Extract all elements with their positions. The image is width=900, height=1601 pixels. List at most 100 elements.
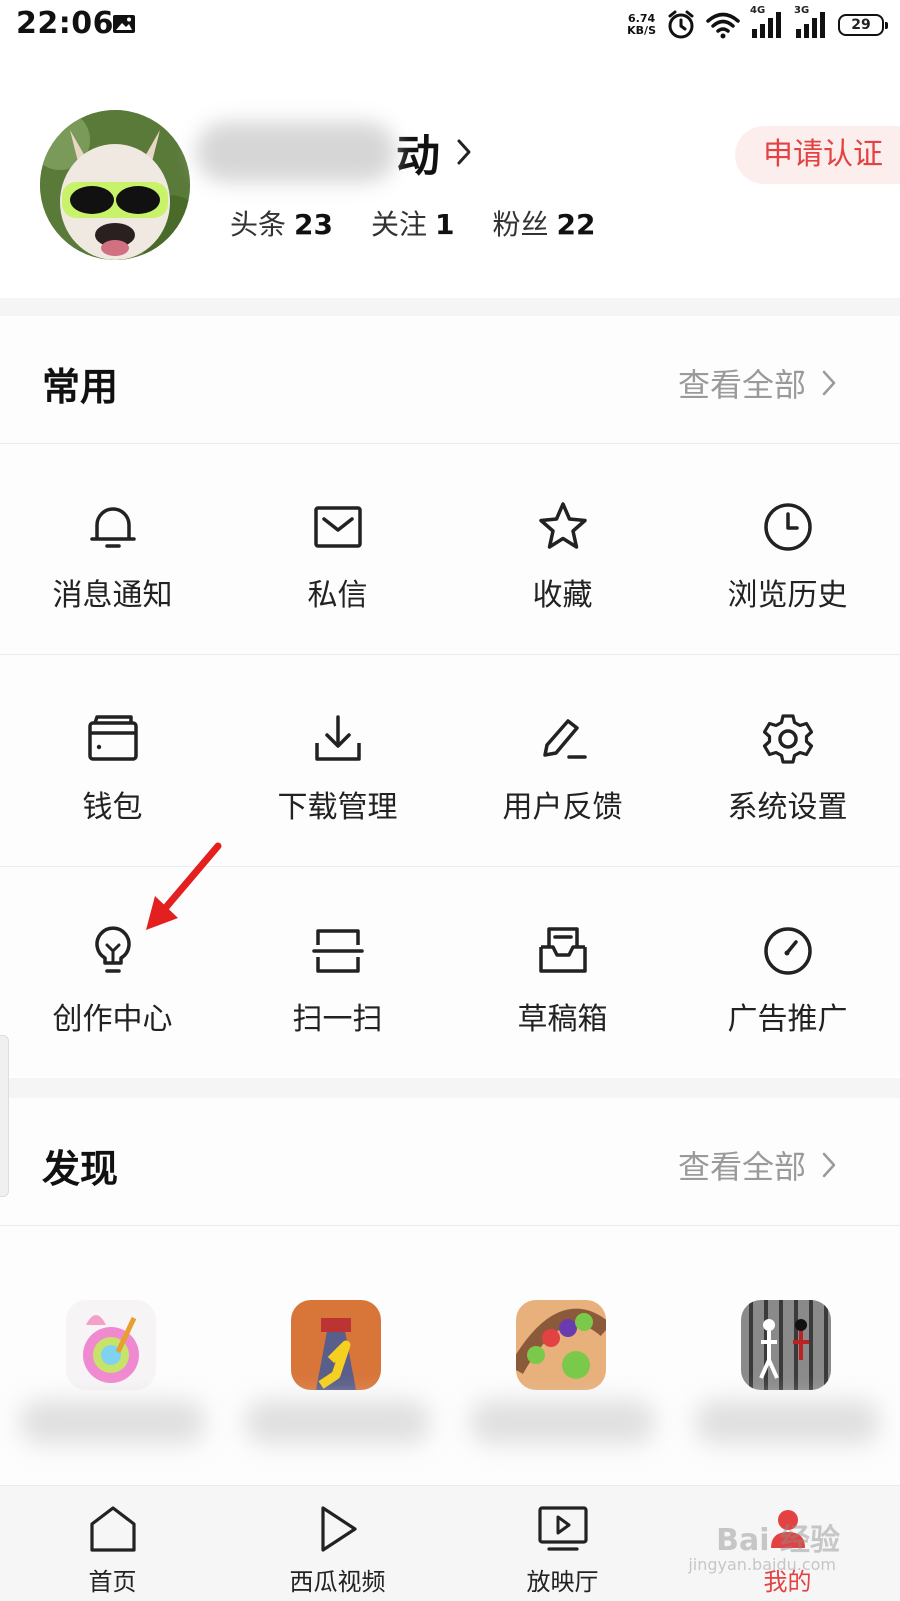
grid-item-label: 广告推广 (727, 1002, 848, 1037)
nav-home[interactable]: 首页 (0, 1486, 225, 1601)
discover-app-item[interactable] (450, 1300, 675, 1460)
grid-item-label: 私信 (307, 578, 368, 613)
app-name-blurred (20, 1400, 205, 1444)
common-grid-row-3: 创作中心 扫一扫 草稿箱 广告推广 (0, 868, 900, 1078)
discover-app-item[interactable] (675, 1300, 900, 1460)
signal-4g-icon: 4G (750, 5, 784, 39)
wifi-icon (706, 11, 740, 39)
discover-app-item[interactable] (0, 1300, 225, 1460)
grid-item-history[interactable]: 浏览历史 (675, 444, 900, 654)
signal-3g-label: 3G (794, 5, 810, 16)
status-time: 22:06 (16, 6, 114, 41)
divider (0, 1225, 900, 1226)
stat-following[interactable]: 关注 1 (371, 203, 455, 243)
nav-label: 西瓜视频 (289, 1568, 386, 1596)
username[interactable]: 动 (196, 120, 472, 184)
grid-item-wallet[interactable]: 钱包 (0, 656, 225, 866)
prison-game-icon (741, 1300, 831, 1390)
gear-icon (760, 711, 816, 767)
stat-label: 粉丝 (492, 208, 549, 241)
grid-item-label: 收藏 (532, 578, 593, 613)
nav-xigua-video[interactable]: 西瓜视频 (225, 1486, 450, 1601)
baidu-watermark: Bai 经验 (716, 1523, 840, 1558)
grid-item-label: 浏览历史 (727, 578, 848, 613)
stat-value: 22 (556, 208, 596, 241)
discover-see-all-link[interactable]: 查看全部 (678, 1142, 836, 1188)
stat-value: 1 (435, 208, 455, 241)
common-section: 常用 查看全部 消息通知 私信 收藏 浏览历史 钱包 下载管理 用户反馈 系统设… (0, 316, 900, 1076)
wallet-icon (85, 711, 141, 767)
status-icons: 6.74 KB/S 4G 3G 29 (627, 5, 888, 42)
apply-verification-button[interactable]: 申请认证 (735, 126, 900, 184)
grid-item-label: 草稿箱 (517, 1002, 608, 1037)
divider (0, 866, 900, 867)
runner-game-icon (291, 1300, 381, 1390)
image-icon (112, 14, 136, 34)
grid-item-label: 用户反馈 (502, 790, 623, 825)
stat-label: 关注 (370, 208, 427, 241)
grid-item-favorites[interactable]: 收藏 (450, 444, 675, 654)
see-all-label: 查看全部 (677, 1148, 806, 1186)
app-name-blurred (470, 1400, 655, 1444)
grid-item-notifications[interactable]: 消息通知 (0, 444, 225, 654)
nav-label: 首页 (88, 1568, 137, 1596)
stat-toutiao[interactable]: 头条 23 (230, 203, 333, 243)
app-name-blurred (245, 1400, 430, 1444)
discover-app-row (0, 1300, 900, 1460)
grid-item-label: 创作中心 (52, 1002, 173, 1037)
grid-item-label: 下载管理 (277, 790, 398, 825)
grid-item-ad-promotion[interactable]: 广告推广 (675, 868, 900, 1078)
net-speed-unit: KB/S (627, 24, 656, 37)
gauge-icon (760, 923, 816, 979)
clock-icon (760, 499, 816, 555)
net-speed: 6.74 KB/S (627, 13, 656, 37)
section-divider (0, 1078, 900, 1098)
username-blurred (196, 122, 396, 182)
chevron-right-icon (822, 1152, 836, 1178)
grid-item-label: 扫一扫 (292, 1002, 383, 1037)
bell-icon (85, 499, 141, 555)
puzzle-game-icon (516, 1300, 606, 1390)
see-all-label: 查看全部 (677, 366, 806, 404)
status-bar: 22:06 6.74 KB/S 4G 3G 29 (0, 0, 900, 50)
section-divider (0, 298, 900, 316)
nav-cinema[interactable]: 放映厅 (450, 1486, 675, 1601)
common-see-all-link[interactable]: 查看全部 (678, 360, 836, 406)
grid-item-label: 系统设置 (727, 790, 848, 825)
grid-item-drafts[interactable]: 草稿箱 (450, 868, 675, 1078)
grid-item-label: 钱包 (82, 790, 143, 825)
grid-item-label: 消息通知 (52, 578, 173, 613)
profile-header: 动 头条 23 关注 1 粉丝 22 申请认证 (0, 90, 900, 300)
chevron-right-icon (822, 370, 836, 396)
grid-item-scan[interactable]: 扫一扫 (225, 868, 450, 1078)
stat-value: 23 (294, 208, 333, 241)
tv-play-icon (537, 1504, 589, 1554)
avatar[interactable] (40, 110, 190, 260)
signal-4g-label: 4G (750, 5, 766, 16)
scan-icon (310, 923, 366, 979)
discover-app-item[interactable] (225, 1300, 450, 1460)
app-name-blurred (695, 1400, 880, 1444)
username-visible-part: 动 (396, 131, 440, 182)
baidu-watermark-url: jingyan.baidu.com (688, 1555, 836, 1574)
alarm-icon (666, 10, 696, 40)
grid-item-feedback[interactable]: 用户反馈 (450, 656, 675, 866)
download-icon (310, 711, 366, 767)
side-drawer-handle[interactable] (0, 1035, 9, 1197)
common-section-title: 常用 (42, 365, 119, 409)
stat-label: 头条 (230, 208, 287, 241)
grid-item-downloads[interactable]: 下载管理 (225, 656, 450, 866)
drawing-app-icon (66, 1300, 156, 1390)
grid-item-settings[interactable]: 系统设置 (675, 656, 900, 866)
home-icon (88, 1504, 138, 1554)
play-icon (313, 1504, 363, 1554)
mail-icon (310, 499, 366, 555)
common-grid-row-2: 钱包 下载管理 用户反馈 系统设置 (0, 656, 900, 866)
draft-box-icon (535, 923, 591, 979)
battery-icon: 29 (838, 14, 888, 36)
pen-icon (535, 711, 591, 767)
common-grid-row-1: 消息通知 私信 收藏 浏览历史 (0, 444, 900, 654)
grid-item-messages[interactable]: 私信 (225, 444, 450, 654)
stat-followers[interactable]: 粉丝 22 (492, 203, 595, 243)
profile-stats: 头条 23 关注 1 粉丝 22 (230, 203, 595, 243)
